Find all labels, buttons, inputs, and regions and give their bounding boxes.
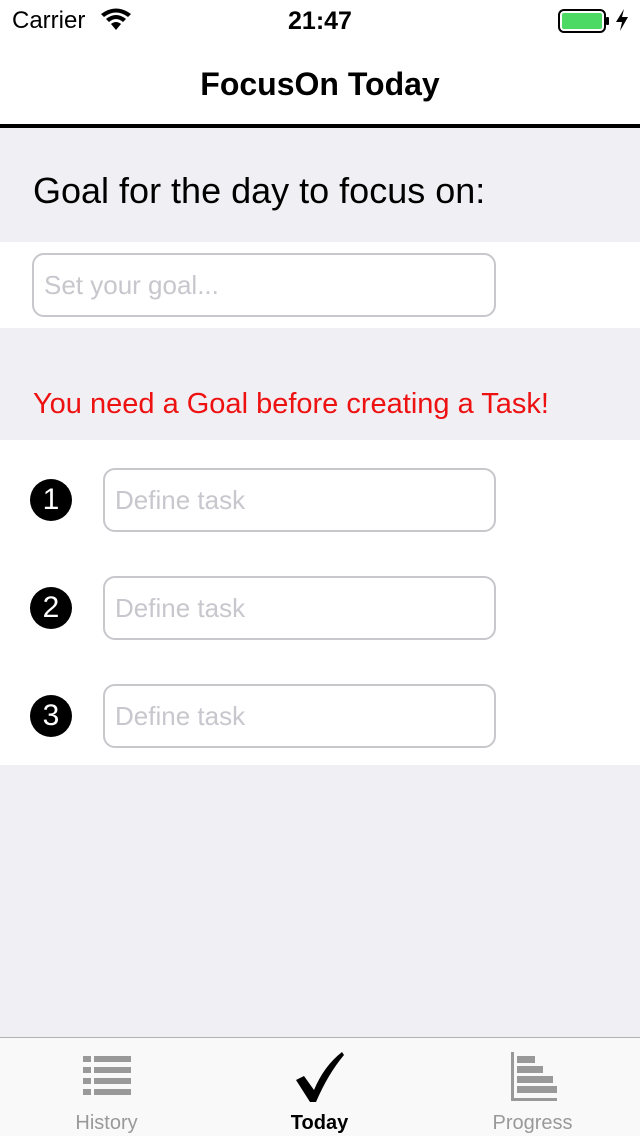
task-input-1[interactable]: [103, 468, 496, 532]
task-input-2[interactable]: [103, 576, 496, 640]
page-title: FocusOn Today: [200, 66, 440, 102]
task-input-3[interactable]: [103, 684, 496, 748]
tab-history[interactable]: History: [0, 1038, 213, 1136]
tab-bar: History Today Progress: [0, 1037, 640, 1136]
goal-required-warning: You need a Goal before creating a Task!: [33, 388, 549, 420]
goal-section-header: Goal for the day to focus on:: [0, 132, 640, 242]
warning-section: You need a Goal before creating a Task!: [0, 328, 640, 440]
navigation-bar: FocusOn Today: [0, 40, 640, 128]
task-number-2-icon: 2: [30, 587, 72, 629]
tab-today[interactable]: Today: [213, 1038, 426, 1136]
checkmark-icon: [295, 1052, 344, 1102]
status-time: 21:47: [288, 7, 352, 35]
tab-progress-label: Progress: [492, 1112, 573, 1134]
tab-today-label: Today: [290, 1112, 349, 1134]
goal-heading: Goal for the day to focus on:: [33, 170, 486, 211]
task-number-1-icon: 1: [30, 479, 72, 521]
list-icon: [82, 1056, 131, 1095]
task-number-3-icon: 3: [30, 695, 72, 737]
charging-bolt-icon: [616, 9, 628, 31]
status-bar: Carrier 21:47: [0, 0, 640, 40]
bar-chart-icon: [510, 1052, 557, 1101]
tasks-section: 1 2 3: [0, 440, 640, 765]
tab-progress[interactable]: Progress: [426, 1038, 639, 1136]
goal-input[interactable]: [32, 253, 496, 317]
battery-icon: [558, 9, 609, 33]
goal-row: [0, 242, 640, 328]
tab-history-label: History: [75, 1112, 138, 1134]
